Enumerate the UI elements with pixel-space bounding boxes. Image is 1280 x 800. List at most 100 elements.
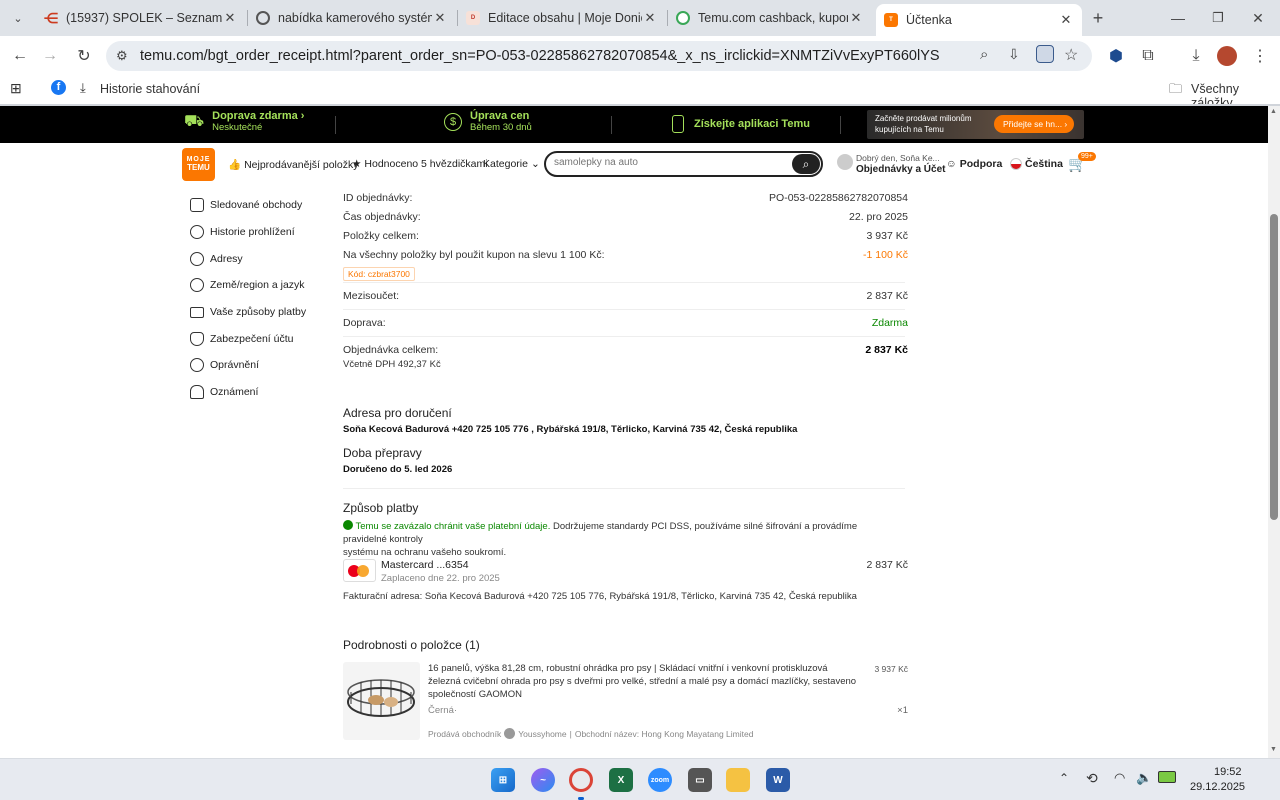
- nav-categories[interactable]: Kategorie ⌄: [483, 158, 540, 170]
- tab-camera-offer[interactable]: nabídka kamerového systému. ✕: [248, 4, 456, 32]
- account-link[interactable]: Objednávky a Účet: [856, 164, 945, 175]
- shipping-address-title: Adresa pro doručení: [343, 406, 452, 420]
- item-quantity: ×1: [897, 705, 908, 716]
- apps-grid-icon[interactable]: ⊞: [10, 80, 22, 97]
- facebook-icon[interactable]: f: [51, 80, 66, 95]
- temu-logo[interactable]: MOJE TEMU: [182, 148, 215, 181]
- extension-hex-icon[interactable]: ⬢: [1104, 44, 1128, 68]
- menu-dots-icon[interactable]: ⋮: [1248, 44, 1272, 68]
- scanner-icon[interactable]: ▭: [688, 768, 712, 792]
- seller-link[interactable]: Youssyhome: [518, 729, 566, 739]
- nav-five-stars[interactable]: ★ Hodnoceno 5 hvězdičkami: [352, 158, 488, 170]
- sidebar-item-payment-methods[interactable]: Vaše způsoby platby: [190, 303, 306, 321]
- avatar[interactable]: [837, 154, 853, 170]
- location-pin-icon: [190, 252, 204, 266]
- window-close-icon[interactable]: ✕: [1246, 6, 1270, 30]
- forward-icon[interactable]: →: [38, 44, 62, 68]
- donio-icon: D: [466, 11, 480, 25]
- clock-time[interactable]: 19:52: [1214, 766, 1242, 778]
- promo-app[interactable]: Získejte aplikaci Temu: [672, 115, 810, 133]
- speaker-icon[interactable]: 🔈: [1136, 770, 1152, 786]
- sidebar-item-addresses[interactable]: Adresy: [190, 250, 243, 268]
- tab-cashback[interactable]: Temu.com cashback, kupony a ✕: [668, 4, 872, 32]
- close-icon[interactable]: ✕: [642, 10, 658, 26]
- sidebar-item-followed-stores[interactable]: Sledované obchody: [190, 196, 302, 214]
- subtotal-label: Mezisoučet:: [343, 290, 400, 302]
- battery-icon[interactable]: [1158, 771, 1176, 783]
- nav-support[interactable]: ☺ Podpora: [946, 158, 1002, 170]
- item-name[interactable]: 16 panelů, výška 81,28 cm, robustní ohrá…: [428, 662, 858, 701]
- site-settings-icon[interactable]: ⚙: [116, 48, 128, 64]
- sidebar-item-permissions[interactable]: Oprávnění: [190, 356, 259, 374]
- temu-icon: T: [884, 13, 898, 27]
- shipping-address: Soňa Kecová Badurová +420 725 105 776 , …: [343, 424, 798, 435]
- payment-security-note: Temu se zavázalo chránit vaše platební ú…: [343, 520, 858, 558]
- windows-start-icon[interactable]: ⊞: [491, 768, 515, 792]
- scroll-down-icon[interactable]: ▼: [1270, 746, 1277, 753]
- clock-icon: [190, 225, 204, 239]
- zoom-icon[interactable]: ⌕: [980, 46, 988, 63]
- tab-seznam[interactable]: ⋲ (15937) SPOLEK – Seznam Ema ✕: [36, 4, 246, 32]
- promo-price-adjust[interactable]: $ Úprava cen Během 30 dnů: [444, 110, 532, 133]
- tab-search-chevron-icon[interactable]: ⌄: [6, 6, 30, 30]
- vat-note: Včetně DPH 492,37 Kč: [343, 359, 441, 370]
- chrome-icon[interactable]: [569, 768, 593, 792]
- tab-donio[interactable]: D Editace obsahu | Moje Donio | ✕: [458, 4, 666, 32]
- bookmark-star-icon[interactable]: ☆: [1064, 45, 1078, 65]
- bookmark-downloads-history[interactable]: Historie stahování: [100, 82, 200, 96]
- nav-language[interactable]: Čeština: [1010, 158, 1063, 170]
- profile-avatar[interactable]: [1217, 46, 1237, 66]
- new-tab-icon[interactable]: +: [1086, 6, 1110, 30]
- sidebar-item-history[interactable]: Historie prohlížení: [190, 223, 295, 241]
- excel-icon[interactable]: X: [609, 768, 633, 792]
- sidebar-item-account-security[interactable]: Zabezpečení účtu: [190, 330, 293, 348]
- close-icon[interactable]: ✕: [848, 10, 864, 26]
- page-scrollbar[interactable]: ▲ ▼: [1268, 106, 1280, 758]
- restore-icon[interactable]: ❐: [1206, 6, 1230, 30]
- search-icon: ⌕: [802, 156, 810, 171]
- clock-date[interactable]: 29.12.2025: [1190, 781, 1245, 793]
- install-app-icon[interactable]: ⇩: [1008, 46, 1020, 63]
- zoom-icon[interactable]: zoom: [648, 768, 672, 792]
- extensions-puzzle-icon[interactable]: ⧉: [1136, 44, 1160, 68]
- promo-sell-button[interactable]: Přidejte se hn... ›: [994, 115, 1074, 133]
- search-input[interactable]: [554, 157, 784, 168]
- promo-free-shipping[interactable]: ⛟ Doprava zdarma › Neskutečné: [184, 110, 304, 133]
- promo-shipping-title: Doprava zdarma: [212, 110, 298, 122]
- close-icon[interactable]: ✕: [432, 10, 448, 26]
- tab-receipt-active[interactable]: T Účtenka ✕: [876, 4, 1082, 36]
- page-content: ⛟ Doprava zdarma › Neskutečné $ Úprava c…: [0, 106, 1268, 758]
- scrollbar-thumb[interactable]: [1270, 214, 1278, 520]
- close-icon[interactable]: ✕: [222, 10, 238, 26]
- messenger-icon[interactable]: ~: [531, 768, 555, 792]
- billing-address: Fakturační adresa: Soňa Kecová Badurová …: [343, 591, 857, 602]
- download-icon[interactable]: ⤓: [1184, 44, 1208, 68]
- word-icon[interactable]: W: [766, 768, 790, 792]
- sidebar-item-region-language[interactable]: Země/region a jazyk: [190, 276, 305, 294]
- sidebar-item-notifications[interactable]: Oznámení: [190, 383, 258, 401]
- star-badge-icon: ★: [352, 158, 362, 170]
- promo-sell-text: Začněte prodávat milionům kupujících na …: [875, 114, 972, 134]
- reload-icon[interactable]: ↻: [72, 44, 96, 68]
- close-icon[interactable]: ✕: [1058, 12, 1074, 28]
- tray-chevron-up-icon[interactable]: ⌃: [1059, 771, 1069, 785]
- google-lens-icon[interactable]: [1036, 45, 1054, 63]
- minimize-icon[interactable]: —: [1166, 6, 1190, 30]
- sync-icon[interactable]: ⟲: [1086, 770, 1098, 787]
- promo-sell-banner[interactable]: Začněte prodávat milionům kupujících na …: [867, 110, 1084, 139]
- dollar-icon: $: [444, 112, 462, 131]
- payment-method-title: Způsob platby: [343, 501, 419, 515]
- items-total-value: 3 937 Kč: [866, 230, 908, 242]
- search-button[interactable]: ⌕: [792, 154, 820, 174]
- product-image[interactable]: [343, 662, 420, 740]
- scroll-up-icon[interactable]: ▲: [1270, 108, 1277, 115]
- nav-bestsellers[interactable]: 👍 Nejprodávanější položky: [228, 158, 358, 172]
- wifi-icon[interactable]: ◠: [1114, 770, 1125, 786]
- file-explorer-icon[interactable]: [726, 768, 750, 792]
- address-bar[interactable]: ⚙ temu.com/bgt_order_receipt.html?parent…: [106, 41, 1092, 71]
- browser-tab-strip: ⌄ ⋲ (15937) SPOLEK – Seznam Ema ✕ nabídk…: [0, 0, 1280, 36]
- back-icon[interactable]: ←: [8, 44, 32, 68]
- order-total-label: Objednávka celkem:: [343, 344, 439, 356]
- tab-title: (15937) SPOLEK – Seznam Ema: [66, 11, 222, 25]
- cashback-icon: [676, 11, 690, 25]
